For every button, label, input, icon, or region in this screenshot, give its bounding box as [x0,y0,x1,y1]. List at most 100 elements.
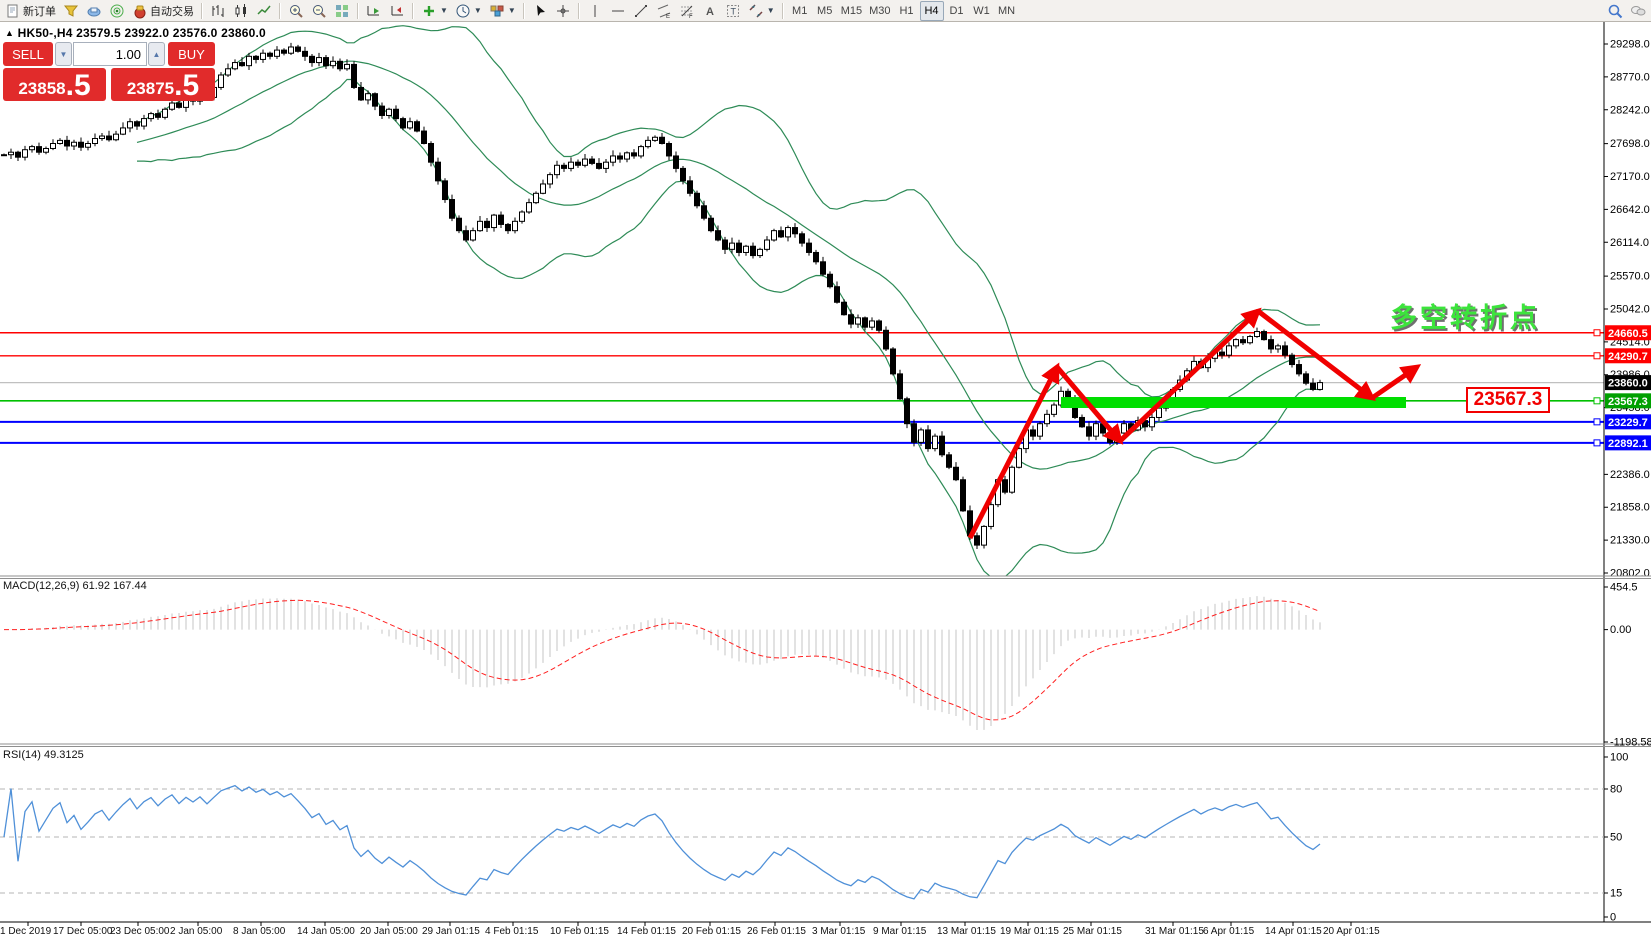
time-tick-label: 20 Apr 01:15 [1323,926,1380,937]
level-handle[interactable] [1594,419,1600,425]
market-watch-button[interactable] [83,1,105,21]
bollinger-lower [137,80,1320,578]
cloud [86,3,102,19]
indicators-list-button[interactable]: ▼ [418,1,451,21]
line-chart-button[interactable] [253,1,275,21]
timeframe-m30-button[interactable]: M30 [866,1,893,21]
timeframe-h1-button[interactable]: H1 [895,1,919,21]
support-band-annotation [1061,397,1406,408]
time-tick-label: 19 Mar 01:15 [1000,926,1059,937]
periods-button[interactable]: ▼ [452,1,485,21]
time-tick-label: 13 Mar 01:15 [937,926,996,937]
sonar [109,3,125,19]
new-order-button[interactable]: 新订单 [2,1,59,21]
tile [334,3,350,19]
text-label-button[interactable]: T [722,1,744,21]
timeframe-mn-button[interactable]: MN [995,1,1019,21]
arrows-button[interactable]: ▼ [745,1,778,21]
time-tick-label: 20 Feb 01:15 [682,926,741,937]
chart-shift-button[interactable] [386,1,408,21]
price-tick: 21330.0 [1610,535,1650,547]
svg-text:23860.0: 23860.0 [1608,378,1648,390]
profiles-button[interactable] [60,1,82,21]
price-tick: 29298.0 [1610,39,1650,51]
level-handle[interactable] [1594,353,1600,359]
zoomout [311,3,327,19]
sell-button[interactable]: SELL [3,42,53,66]
price-tag-annotation[interactable]: 23567.3 [1466,387,1550,413]
time-tick-label: 2 Jan 05:00 [170,926,222,937]
macd-indicator-label: MACD(12,26,9) 61.92 167.44 [3,580,147,592]
macd-tick: 0.00 [1610,624,1631,636]
buy-price[interactable]: 23875.5 [111,68,215,101]
time-tick-label: 14 Feb 01:15 [617,926,676,937]
timeframe-h4-button[interactable]: H4 [920,1,944,21]
level-handle[interactable] [1594,398,1600,404]
timeframe-d1-button[interactable]: D1 [945,1,969,21]
autotrading-button[interactable]: 自动交易 [129,1,197,21]
text-button[interactable]: A [699,1,721,21]
candlestick-chart-button[interactable] [230,1,252,21]
candles-layer [2,43,1323,549]
turning-point-annotation[interactable]: 多空转折点 [1390,296,1540,335]
equidistant-channel-button[interactable]: E [653,1,675,21]
vline [587,3,603,19]
sell-price-int: 23858 [18,79,65,99]
toolbar-separator [578,3,580,19]
time-tick-label: 26 Feb 01:15 [747,926,806,937]
toolbar-separator [523,3,525,19]
sell-price-frac: .5 [66,73,91,99]
trendline-button[interactable] [630,1,652,21]
time-tick-label: 14 Jan 05:00 [297,926,355,937]
bar-chart-button[interactable] [207,1,229,21]
volume-input[interactable] [73,42,147,66]
cursor-button[interactable] [529,1,551,21]
timeframe-m5-button[interactable]: M5 [813,1,837,21]
symbol-marker-icon: ▲ [5,28,14,38]
price-tick: 27170.0 [1610,171,1650,183]
auto-scroll-button[interactable] [363,1,385,21]
timeframe-m1-button[interactable]: M1 [788,1,812,21]
time-tick-label: 23 Dec 05:00 [110,926,170,937]
main-chart-panel [0,26,1604,577]
price-tick: 25570.0 [1610,271,1650,283]
dropdown-caret-icon: ▼ [440,6,448,15]
dropdown-caret-icon: ▼ [508,6,516,15]
time-axis[interactable]: 1 Dec 201917 Dec 05:0023 Dec 05:002 Jan … [0,925,1651,941]
timeframe-m15-button[interactable]: M15 [838,1,865,21]
vertical-line-button[interactable] [584,1,606,21]
crosshair-button[interactable] [552,1,574,21]
svg-text:F: F [689,14,693,19]
volume-decrease-button[interactable]: ▼ [55,42,72,66]
level-handle[interactable] [1594,330,1600,336]
time-tick-label: 8 Jan 05:00 [233,926,285,937]
signals-button[interactable] [106,1,128,21]
search-icon-button[interactable] [1604,1,1626,21]
time-tick-label: 17 Dec 05:00 [53,926,113,937]
chat [1630,3,1646,19]
chart-canvas[interactable]: 29298.028770.028242.027698.027170.026642… [0,0,1651,941]
macd-tick: 454.5 [1610,582,1638,594]
zoom-in-button[interactable] [285,1,307,21]
chat-icon-button[interactable] [1627,1,1649,21]
horizontal-line-button[interactable] [607,1,629,21]
price-tick: 26642.0 [1610,204,1650,216]
level-handle[interactable] [1594,440,1600,446]
channel: E [656,3,672,19]
templates-button[interactable]: ▼ [486,1,519,21]
sell-price[interactable]: 23858.5 [3,68,106,101]
toolbar-separator [357,3,359,19]
tile-windows-button[interactable] [331,1,353,21]
toolbar-separator [412,3,414,19]
chart-title: ▲ HK50-,H4 23579.5 23922.0 23576.0 23860… [5,26,266,40]
clock [455,3,471,19]
fibonacci-button[interactable]: F [676,1,698,21]
timeframe-w1-button[interactable]: W1 [970,1,994,21]
templates [489,3,505,19]
bars [210,3,226,19]
buy-button[interactable]: BUY [168,42,215,66]
volume-increase-button[interactable]: ▲ [148,42,165,66]
arrows [748,3,764,19]
svg-text:23567.3: 23567.3 [1608,396,1648,408]
zoom-out-button[interactable] [308,1,330,21]
